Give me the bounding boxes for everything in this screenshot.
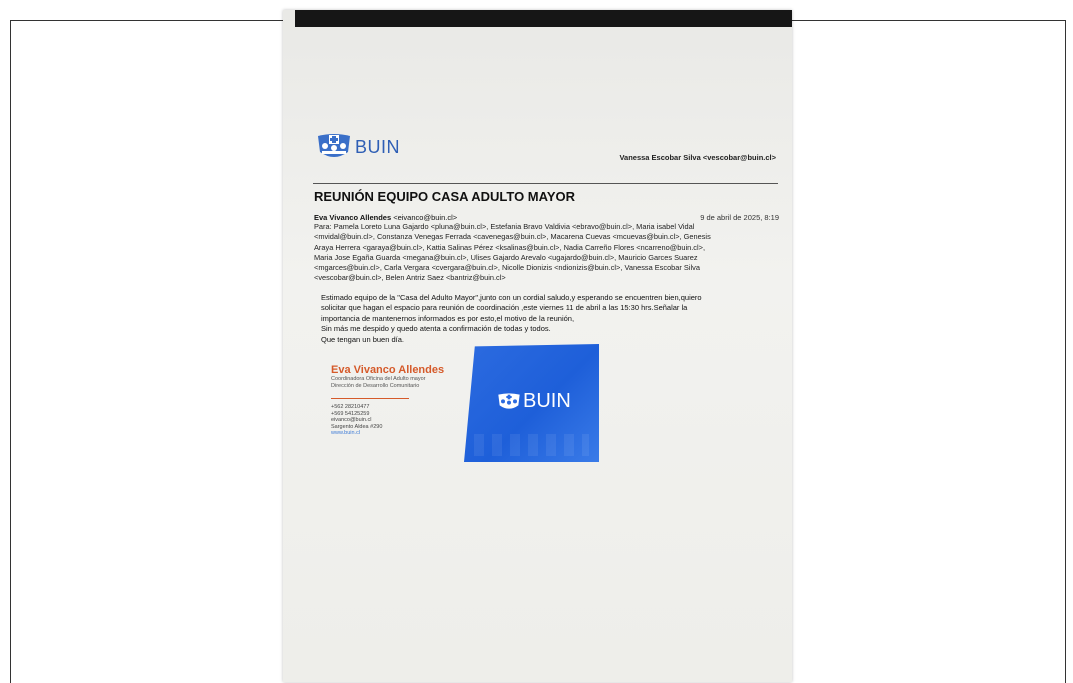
from-name: Eva Vivanco Allendes (314, 213, 392, 222)
recipients-line: Maria Jose Egaña Guarda <megana@buin.cl>… (314, 252, 698, 262)
recipients-line: Para: Pamela Loreto Luna Gajardo <pluna@… (314, 222, 695, 231)
body-line: Sin más me despido y quedo atenta a conf… (321, 324, 551, 334)
signature-department: Dirección de Desarrollo Comunitario (331, 383, 420, 389)
body-line: importancia de mantenernos informados es… (321, 313, 575, 323)
recipients-line: <mgarces@buin.cl>, Carla Vergara <cverga… (314, 263, 700, 273)
page-top-shadow (295, 10, 792, 27)
signature-role: Coordinadora Oficina del Adulto mayor (331, 376, 426, 382)
signature-banner: BUIN (464, 344, 599, 462)
email-signature: Eva Vivanco Allendes Coordinadora Oficin… (331, 364, 491, 437)
banner-pattern (474, 434, 589, 456)
signature-mobile: +569 54125259 (331, 410, 370, 417)
signature-address: Sargento Aldea #290 (331, 423, 383, 430)
buin-logo: BUIN (316, 132, 400, 162)
signature-divider (331, 398, 409, 399)
email-body: Estimado equipo de la "Casa del Adulto M… (321, 293, 776, 345)
recipients-line: <vescobar@buin.cl>, Belen Antriz Saez <b… (314, 273, 506, 283)
header-divider (313, 183, 778, 184)
signature-email: eivanco@buin.cl (331, 417, 372, 424)
buin-shield-icon (498, 392, 520, 409)
body-line: Estimado equipo de la "Casa del Adulto M… (321, 293, 702, 302)
from-email: <eivanco@buin.cl> (393, 213, 458, 222)
recipients-line: <mvidal@buin.cl>, Constanza Venegas Ferr… (314, 232, 711, 242)
recipients-line: Araya Herrera <garaya@buin.cl>, Kattia S… (314, 242, 706, 252)
logo-text: BUIN (355, 136, 401, 157)
signature-name: Eva Vivanco Allendes (331, 364, 445, 376)
email-recipients: Para: Pamela Loreto Luna Gajardo <pluna@… (314, 222, 779, 284)
banner-brand-text: BUIN (523, 390, 571, 412)
buin-shield-icon (318, 134, 350, 157)
body-line: Que tengan un buen día. (321, 334, 404, 344)
body-line: solicitar que hagan el espacio para reun… (321, 303, 688, 313)
printed-email-page: BUIN Vanessa Escobar Silva <vescobar@bui… (283, 10, 792, 682)
email-subject: REUNIÓN EQUIPO CASA ADULTO MAYOR (314, 189, 575, 204)
signature-phone: +562 28210477 (331, 404, 370, 410)
email-date: 9 de abril de 2025, 8:19 (700, 213, 779, 222)
print-sender: Vanessa Escobar Silva <vescobar@buin.cl> (619, 153, 776, 162)
banner-logo: BUIN (497, 390, 571, 413)
email-from-line: Eva Vivanco Allendes <eivanco@buin.cl> 9… (314, 213, 779, 222)
